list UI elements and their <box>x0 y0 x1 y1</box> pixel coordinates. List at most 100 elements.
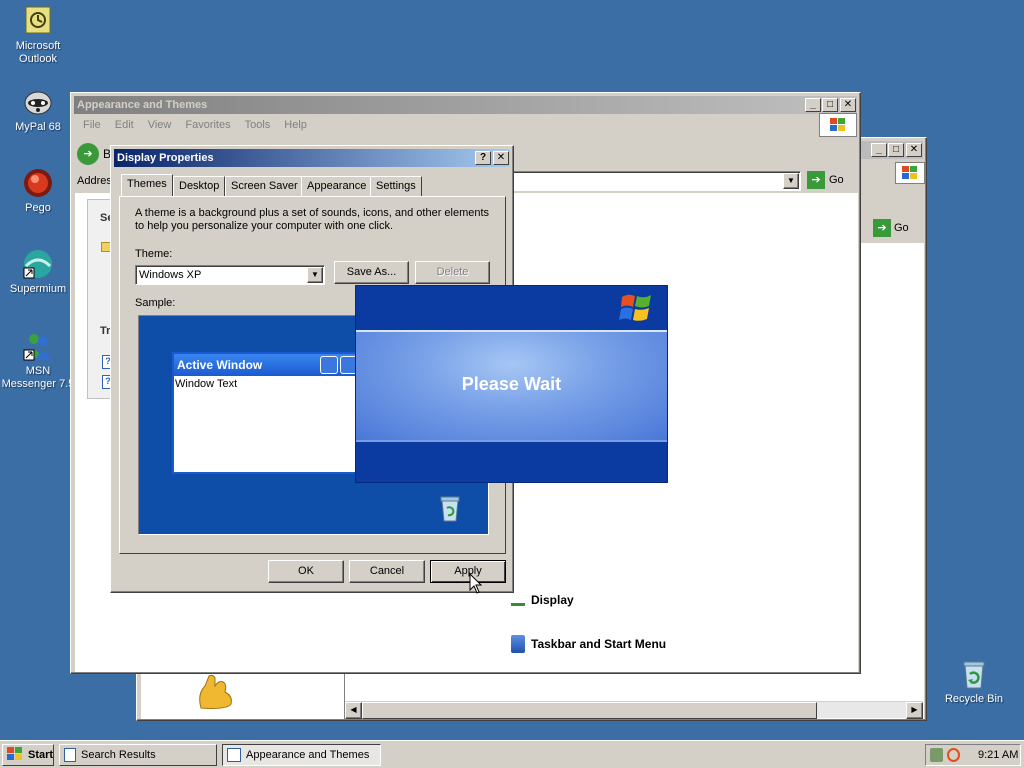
minimize-button[interactable]: _ <box>871 143 887 157</box>
back-button[interactable]: ➔ B <box>77 143 111 165</box>
theme-label: Theme: <box>135 248 173 260</box>
horizontal-scrollbar[interactable]: ◀ ▶ <box>345 701 923 719</box>
desktop-icon-label: Supermium <box>9 283 67 295</box>
sample-window-titlebar: Active Window <box>174 354 360 376</box>
mouse-cursor-icon <box>469 572 483 595</box>
taskbar-icon <box>511 635 525 653</box>
supermium-icon <box>22 248 54 280</box>
start-button[interactable]: Start <box>2 744 54 766</box>
menu-file[interactable]: File <box>76 119 108 131</box>
scroll-right-button[interactable]: ▶ <box>906 702 923 719</box>
dialog-title: Display Properties <box>117 152 214 164</box>
cancel-button[interactable]: Cancel <box>349 560 425 583</box>
menu-edit[interactable]: Edit <box>108 119 141 131</box>
maximize-button[interactable]: □ <box>888 143 904 157</box>
search-results-icon <box>64 748 76 762</box>
task-taskbar-start-menu[interactable]: Taskbar and Start Menu <box>511 635 666 653</box>
desktop-icon-recycle-bin[interactable]: Recycle Bin <box>934 658 1014 706</box>
address-field[interactable]: ▼ <box>511 171 801 191</box>
menu-tools[interactable]: Tools <box>238 119 278 131</box>
scroll-left-button[interactable]: ◀ <box>345 702 362 719</box>
tab-themes[interactable]: Themes <box>121 174 173 196</box>
display-icon <box>511 594 525 606</box>
sample-window-title: Active Window <box>177 358 263 372</box>
pego-icon <box>22 167 54 199</box>
taskbar-item-label: Appearance and Themes <box>246 749 370 761</box>
desktop-icon-label: Microsoft Outlook <box>15 40 61 65</box>
go-label: Go <box>894 222 909 234</box>
go-arrow-icon: ➔ <box>807 171 825 189</box>
desktop-icon-label: MSN Messenger 7.5 <box>1 365 75 390</box>
taskbar-item-label: Search Results <box>81 749 156 761</box>
close-button[interactable]: ✕ <box>906 143 922 157</box>
task-display[interactable]: Display <box>511 593 574 607</box>
appearance-themes-icon <box>227 748 241 762</box>
desktop-icon-pego[interactable]: Pego <box>0 167 78 215</box>
explorer-menubar: File Edit View Favorites Tools Help <box>76 119 314 131</box>
go-label: Go <box>829 174 844 186</box>
back-arrow-icon: ➔ <box>77 143 99 165</box>
windows-xp-logo-icon <box>619 291 655 325</box>
save-as-button[interactable]: Save As... <box>334 261 409 284</box>
taskbar-item-appearance-themes[interactable]: Appearance and Themes <box>222 744 381 766</box>
theme-dropdown-button[interactable]: ▼ <box>307 267 323 283</box>
close-button[interactable]: ✕ <box>840 98 856 112</box>
menu-view[interactable]: View <box>141 119 179 131</box>
sample-label: Sample: <box>135 297 176 309</box>
clock: 9:21 AM <box>978 749 1019 761</box>
scroll-thumb[interactable] <box>362 702 817 719</box>
task-display-label: Display <box>531 593 574 607</box>
tray-network-icon[interactable] <box>930 748 943 762</box>
help-button[interactable]: ? <box>475 151 491 165</box>
go-button[interactable]: ➔ Go <box>807 171 844 189</box>
theme-select[interactable]: Windows XP ▼ <box>135 265 325 285</box>
splash-bottom-band <box>356 444 667 482</box>
tab-settings[interactable]: Settings <box>370 176 422 196</box>
menu-favorites[interactable]: Favorites <box>178 119 237 131</box>
go-arrow-icon: ➔ <box>873 219 891 237</box>
desktop-icon-outlook[interactable]: Microsoft Outlook <box>0 5 78 66</box>
maximize-button[interactable]: □ <box>822 98 838 112</box>
taskbar-item-search-results[interactable]: Search Results <box>59 744 217 766</box>
recycle-bin-icon <box>436 494 464 522</box>
please-wait-message: Please Wait <box>461 374 562 394</box>
explorer-title: Appearance and Themes <box>77 99 208 111</box>
tray-search-icon[interactable] <box>947 748 960 762</box>
desktop-icon-msn[interactable]: MSN Messenger 7.5 <box>0 330 78 391</box>
start-label: Start <box>28 749 54 761</box>
raccoon-icon <box>22 86 54 118</box>
sample-minimize-icon <box>320 356 338 374</box>
desktop-icon-label: Pego <box>25 202 51 214</box>
apply-button[interactable]: Apply <box>430 560 506 583</box>
back-go-button[interactable]: ➔ Go <box>873 217 923 239</box>
ok-button[interactable]: OK <box>268 560 344 583</box>
outlook-icon <box>22 5 54 37</box>
minimize-button[interactable]: _ <box>805 98 821 112</box>
tab-screen-saver[interactable]: Screen Saver <box>225 176 304 196</box>
address-dropdown-button[interactable]: ▼ <box>783 173 799 189</box>
menu-help[interactable]: Help <box>277 119 314 131</box>
recycle-bin-icon <box>958 658 990 690</box>
dialog-titlebar[interactable]: Display Properties <box>114 149 510 167</box>
tab-desktop[interactable]: Desktop <box>173 176 226 196</box>
hand-illustration <box>193 672 239 710</box>
msn-icon <box>22 330 54 362</box>
task-taskbar-label: Taskbar and Start Menu <box>531 637 667 651</box>
close-button[interactable]: ✕ <box>493 151 509 165</box>
desktop-icon-label: MyPal 68 <box>15 121 61 133</box>
explorer-titlebar[interactable]: Appearance and Themes <box>74 96 857 114</box>
tab-appearance[interactable]: Appearance <box>301 176 373 196</box>
system-tray: 9:21 AM <box>925 744 1021 766</box>
windows-logo-icon <box>819 113 857 137</box>
windows-flag-icon <box>7 746 23 764</box>
delete-button[interactable]: Delete <box>415 261 490 284</box>
windows-logo-icon <box>895 162 925 184</box>
sample-window: Active Window Window Text <box>172 352 362 474</box>
sample-window-text: Window Text <box>175 378 238 390</box>
please-wait-splash: Please Wait <box>355 285 668 483</box>
desktop-icon-mypal[interactable]: MyPal 68 <box>0 86 78 134</box>
side-heading-troubleshooters: Tr <box>100 325 111 337</box>
theme-select-value: Windows XP <box>139 269 202 281</box>
desktop-icon-supermium[interactable]: Supermium <box>0 248 78 296</box>
tab-strip: Themes Desktop Screen Saver Appearance S… <box>119 174 509 198</box>
